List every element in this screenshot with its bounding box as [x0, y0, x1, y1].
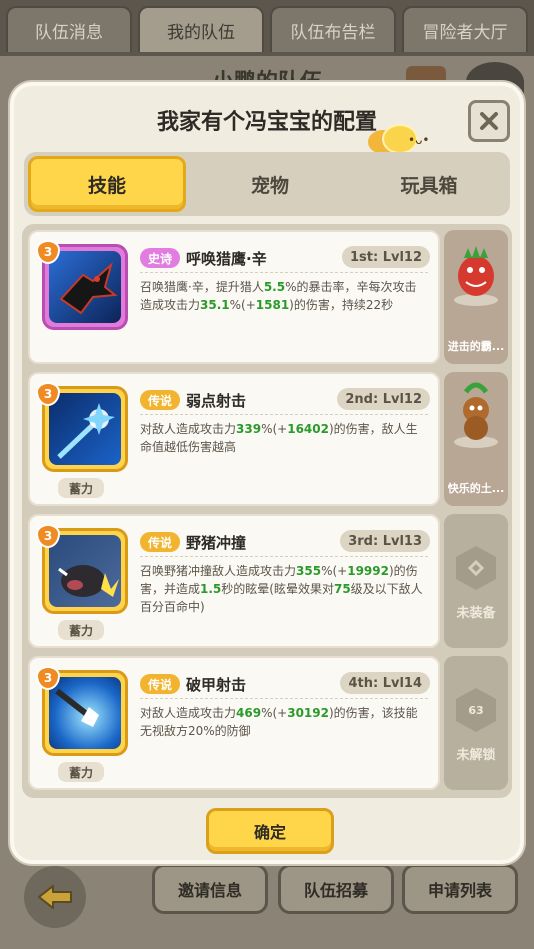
skill-name: 弱点射击 [186, 392, 247, 410]
back-button[interactable] [24, 866, 86, 928]
skill-name: 野猪冲撞 [186, 534, 247, 552]
tab-team-board[interactable]: 队伍布告栏 [270, 6, 396, 52]
skill-list[interactable]: 3 史诗 呼唤猎鹰·辛 1st: Lvl12 召唤猎鹰·辛，提升猎人5.5%的暴… [22, 224, 512, 798]
tab-pets[interactable]: 宠物 [200, 156, 340, 212]
empty-slot-icon [456, 546, 496, 590]
weak-point-shot-icon [49, 393, 121, 465]
skill-description: 对敌人造成攻击力339%(+16402)的伤害，敌人生命值越低伤害越高 [140, 422, 418, 454]
tab-team-messages[interactable]: 队伍消息 [6, 6, 132, 52]
skill-rank: 2nd: Lvl12 [337, 388, 430, 410]
tab-my-team[interactable]: 我的队伍 [138, 6, 264, 52]
skill-card[interactable]: 3 蓄力 传说 破甲射击 4th: Lvl14 对敌人造成攻击力469%(+30… [28, 656, 440, 790]
tab-adventurer-hall[interactable]: 冒险者大厅 [402, 6, 528, 52]
bottom-bar: 邀请信息 队伍招募 申请列表 [0, 858, 534, 949]
divider [140, 556, 428, 557]
falcon-icon [49, 251, 121, 323]
charge-tag: 蓄力 [58, 762, 104, 782]
divider [140, 698, 428, 699]
skill-card[interactable]: 3 蓄力 传说 野猪冲撞 3rd: Lvl13 召唤野猪冲撞敌人造成攻击力355… [28, 514, 440, 648]
red-dino-icon [454, 246, 498, 306]
skill-name: 呼唤猎鹰·辛 [186, 250, 267, 268]
config-modal: 我家有个冯宝宝的配置 •ᴗ• 聊天 技能 宠物 玩具箱 3 [10, 82, 524, 864]
back-arrow-icon [38, 885, 72, 909]
tier-badge: 传说 [140, 390, 181, 410]
toy-slot-empty[interactable]: 未装备 [444, 514, 508, 648]
apply-list-button[interactable]: 申请列表 [402, 864, 518, 914]
skill-rank: 3rd: Lvl13 [340, 530, 430, 552]
toy-name: 进击的霸... [447, 340, 505, 353]
charge-tag: 蓄力 [58, 620, 104, 640]
close-icon [480, 112, 498, 130]
divider [140, 414, 428, 415]
toy-name: 快乐的土... [447, 482, 505, 495]
confirm-button[interactable]: 确定 [206, 808, 334, 854]
skill-card[interactable]: 3 蓄力 传说 弱点射击 2nd: Lvl12 对敌人造成攻击力339%(+16… [28, 372, 440, 506]
tier-badge: 传说 [140, 532, 181, 552]
invite-info-button[interactable]: 邀请信息 [152, 864, 268, 914]
toy-slot-locked[interactable]: 63 未解锁 [444, 656, 508, 790]
chat-face-icon: •ᴗ• [382, 124, 430, 154]
close-button[interactable] [468, 100, 510, 142]
charge-tag: 蓄力 [58, 478, 104, 498]
boar-charge-icon [49, 535, 121, 607]
slot-status: 未装备 [456, 606, 496, 621]
skill-rank: 4th: Lvl14 [340, 672, 430, 694]
monkey-toy-icon [454, 382, 498, 448]
lock-level: 63 [468, 703, 484, 717]
team-recruit-button[interactable]: 队伍招募 [278, 864, 394, 914]
slot-status: 未解锁 [456, 748, 496, 763]
toy-slot[interactable]: 进击的霸... [444, 230, 508, 364]
background-tab-bar: 队伍消息 我的队伍 队伍布告栏 冒险者大厅 [0, 0, 534, 56]
skill-card[interactable]: 3 史诗 呼唤猎鹰·辛 1st: Lvl12 召唤猎鹰·辛，提升猎人5.5%的暴… [28, 230, 440, 364]
divider [140, 272, 428, 273]
modal-tab-bar: 技能 宠物 玩具箱 [24, 152, 510, 216]
tab-skills[interactable]: 技能 [28, 156, 186, 212]
lock-icon: 63 [456, 688, 496, 732]
skill-name: 破甲射击 [186, 676, 247, 694]
toy-slot[interactable]: 快乐的土... [444, 372, 508, 506]
skill-description: 召唤野猪冲撞敌人造成攻击力355%(+19992)的伤害，并造成1.5秒的眩晕(… [140, 564, 423, 614]
armor-break-shot-icon [49, 677, 121, 749]
tab-toy-box[interactable]: 玩具箱 [354, 156, 504, 212]
skill-description: 对敌人造成攻击力469%(+30192)的伤害，该技能无视敌方20%的防御 [140, 706, 418, 738]
skill-description: 召唤猎鹰·辛，提升猎人5.5%的暴击率，辛每次攻击造成攻击力35.1%(+158… [140, 280, 417, 312]
skill-rank: 1st: Lvl12 [341, 246, 430, 268]
tier-badge: 传说 [140, 674, 181, 694]
modal-title: 我家有个冯宝宝的配置 [156, 110, 377, 135]
tier-badge: 史诗 [140, 248, 181, 268]
